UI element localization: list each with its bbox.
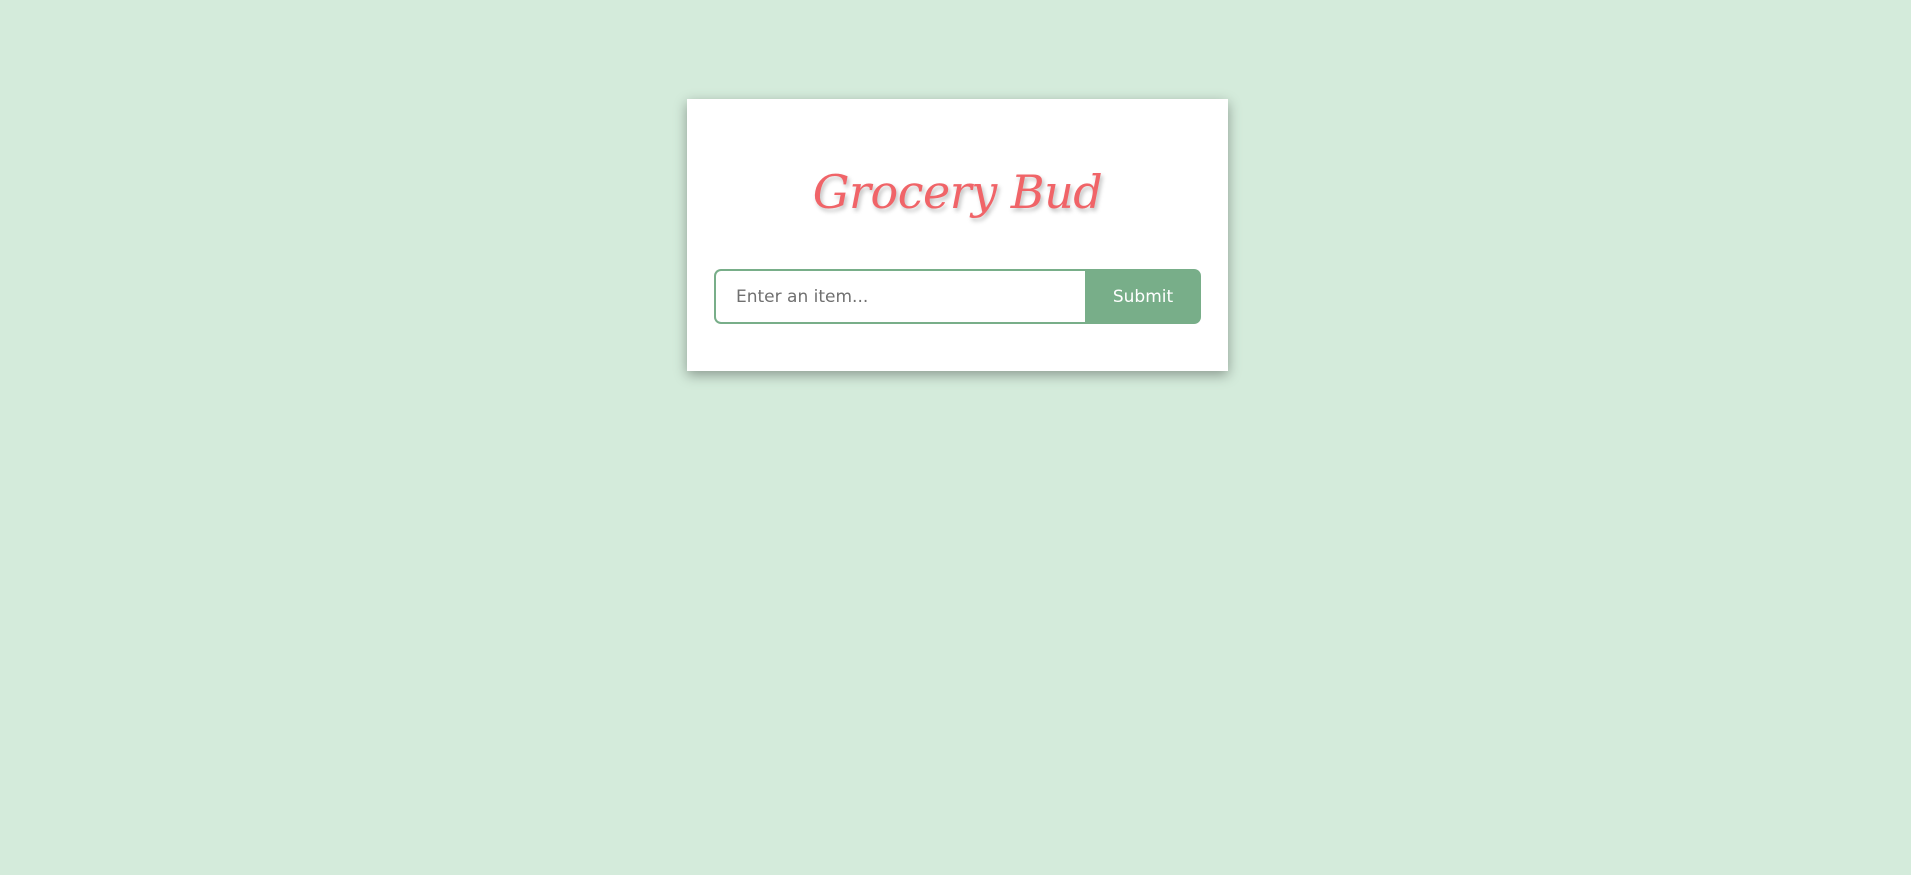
submit-button[interactable]: Submit xyxy=(1085,269,1201,324)
item-input[interactable] xyxy=(714,269,1085,324)
page-title: Grocery Bud xyxy=(812,165,1103,219)
add-item-form: Submit xyxy=(714,269,1201,324)
grocery-card: Grocery Bud Submit xyxy=(687,99,1228,371)
